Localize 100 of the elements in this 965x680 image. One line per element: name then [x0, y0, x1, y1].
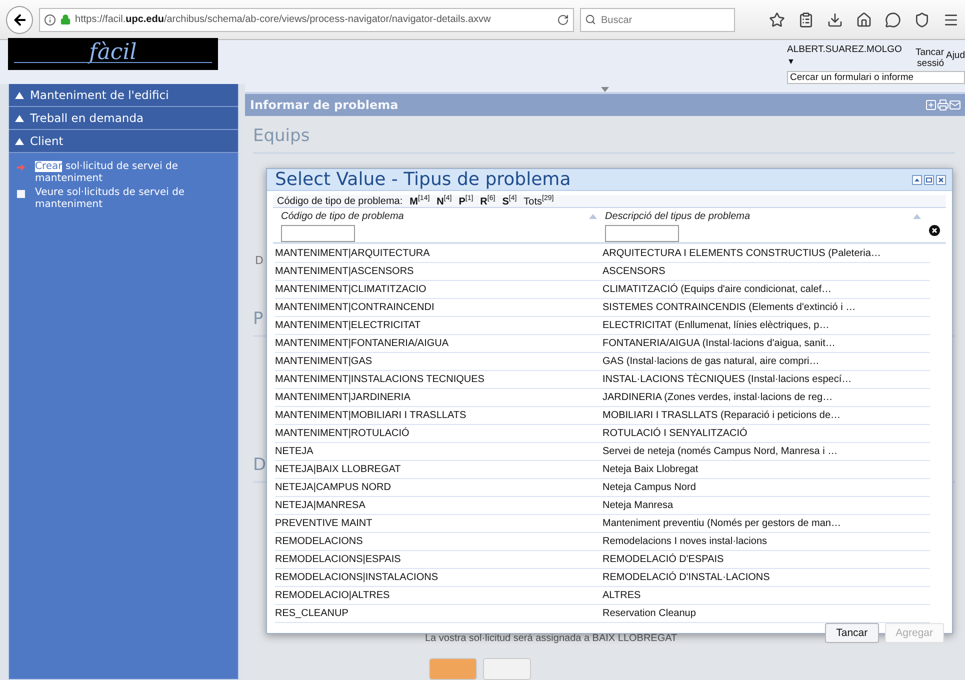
table-row[interactable]: PREVENTIVE MAINT Manteniment preventiu (Només per gestors de man… [275, 515, 930, 534]
column-filter-field[interactable] [281, 225, 355, 242]
table-cell-text: Neteja Manresa [602, 500, 674, 512]
table-row[interactable]: MANTENIMENT|ARQUITECTURA ARQUITECTURA I ELEMENTS CONSTRUCTIUS (Paleteria… [275, 245, 930, 264]
download-icon[interactable] [827, 12, 843, 28]
dialog-title: Select Value - Tipus de problema [275, 169, 572, 190]
close-icon[interactable] [936, 175, 946, 185]
filter-label: Código de tipo de problema: [277, 196, 403, 207]
table-cell-text: MANTENIMENT|ROTULACIÓ [275, 428, 410, 440]
filter-link[interactable]: Tots$^{[29]}$ [524, 195, 554, 208]
table-row[interactable]: REMODELACIONS Remodelacions I noves instal·lacions [275, 533, 930, 552]
table-row[interactable]: REMODELACIONS|ESPAIS REMODELACIÓ D'ESPAIS [275, 551, 930, 570]
table-row[interactable]: NETEJA|BAIX LLOBREGAT Neteja Baix Llobregat [275, 461, 930, 480]
table-cell-text: Servei de neteja (només Campus Nord, Manresa i … [602, 446, 839, 458]
table-cell-text: NETEJA|BAIX LLOBREGAT [275, 464, 402, 476]
maximize-icon[interactable] [924, 175, 934, 185]
filter-link[interactable]: S$^{[4]}$ [502, 195, 517, 208]
table-cell-text: Reservation Cleanup [602, 608, 697, 620]
table-cell-text: PREVENTIVE MAINT [275, 518, 374, 530]
table-cell-text: GAS (Instal·lacions de gas natural, aire compri… [602, 356, 820, 368]
help-link[interactable]: Ajud [946, 50, 965, 69]
table-cell-text: MANTENIMENT|MOBILIARI I TRASLLATS [275, 410, 468, 422]
table-row[interactable]: MANTENIMENT|MOBILIARI I TRASLLATS MOBILIARI I TRASLLATS (Reparació i peticions de… [275, 407, 930, 426]
back-arrow-icon [12, 12, 28, 28]
star-icon[interactable] [769, 12, 785, 28]
table-row[interactable]: REMODELACIONS|INSTALACIONS REMODELACIÓ D'INSTAL·LACIONS [275, 569, 930, 588]
table-row[interactable]: MANTENIMENT|CLIMATITZACIO CLIMATITZACIÓ (Equips d'aire condicionat, calef… [275, 281, 930, 300]
table-cell-text: MANTENIMENT|JARDINERIA [275, 392, 412, 404]
address-bar[interactable]: https://facil.upc.edu/archibus/schema/ab-core/views/process-navigator/navigator-details.axvw [39, 8, 574, 32]
table-cell-text: MANTENIMENT|CONTRAINCENDI [275, 302, 436, 314]
column-filter-field[interactable] [605, 225, 679, 242]
table-cell-text: MANTENIMENT|ASCENSORS [275, 266, 415, 278]
field-label: D [255, 254, 264, 267]
column-header[interactable]: Descripció del tipus de problema [605, 211, 929, 222]
form-search-field[interactable]: Cercar un formulari o informe [787, 71, 965, 84]
info-icon[interactable] [44, 14, 56, 26]
logout-link[interactable]: Tancar sessió [914, 47, 944, 69]
reload-icon[interactable] [557, 14, 569, 26]
filter-link[interactable]: M$^{[14]}$ [410, 195, 430, 208]
panel-header: Informar de problema [245, 94, 965, 116]
sidebar-section[interactable]: Client [9, 130, 238, 153]
table-cell-text: Neteja Baix Llobregat [602, 464, 700, 476]
lock-icon [60, 14, 72, 25]
home-icon[interactable] [856, 12, 872, 28]
table-cell-text: MANTENIMENT|INSTALACIONS TECNIQUES [275, 374, 486, 386]
logo[interactable]: fàcil [8, 38, 218, 70]
table-cell-text: ALTRES [602, 590, 642, 602]
sidebar-section[interactable]: Manteniment de l'edifici [9, 84, 238, 107]
mail-icon[interactable] [949, 99, 961, 111]
caret-icon[interactable]: ▼ [787, 57, 914, 66]
table-cell-text: NETEJA [275, 446, 314, 458]
close-button[interactable]: Tancar [825, 623, 879, 644]
table-cell-text: RES_CLEANUP [275, 608, 350, 620]
sidebar-section[interactable]: Treball en demanda [9, 107, 238, 130]
table-cell-text: REMODELACIÓ D'ESPAIS [602, 554, 725, 566]
chat-icon[interactable] [885, 12, 901, 28]
table-cell-text: REMODELACIO|ALTRES [275, 590, 391, 602]
add-icon[interactable] [925, 99, 937, 111]
table-cell-text: Remodelacions I noves instal·lacions [602, 536, 768, 548]
table-cell-text: REMODELACIONS|ESPAIS [275, 554, 402, 566]
table-cell-text: NETEJA|MANRESA [275, 500, 366, 512]
table-cell-text: CLIMATITZACIÓ (Equips d'aire condicionat, calef… [602, 284, 833, 296]
table-row[interactable]: MANTENIMENT|FONTANERIA/AIGUA FONTANERIA/AIGUA (Instal·lacions d'aigua, sanit… [275, 335, 930, 354]
table-row[interactable]: NETEJA Servei de neteja (només Campus Nord, Manresa i … [275, 443, 930, 462]
table-cell-text: NETEJA|CAMPUS NORD [275, 482, 392, 494]
table-cell-text: INSTAL·LACIONS TÈCNIQUES (Instal·lacions especí… [602, 374, 853, 386]
table-row[interactable]: MANTENIMENT|JARDINERIA JARDINERIA (Zones verdes, instal·lacions de reg… [275, 389, 930, 408]
filter-link[interactable]: N$^{[4]}$ [436, 195, 452, 208]
search-field[interactable]: Buscar [580, 8, 735, 32]
sidebar-link[interactable]: Crear sol·licitud de servei de manteniment [35, 161, 205, 185]
filter-link[interactable]: P$^{[1]}$ [458, 195, 474, 208]
table-cell-text: MANTENIMENT|GAS [275, 356, 374, 368]
collapse-icon[interactable] [912, 175, 922, 185]
table-row[interactable]: MANTENIMENT|ROTULACIÓ ROTULACIÓ I SENYALITZACIÓ [275, 425, 930, 444]
table-row[interactable]: NETEJA|MANRESA Neteja Manresa [275, 497, 930, 516]
table-row[interactable]: NETEJA|CAMPUS NORD Neteja Campus Nord [275, 479, 930, 498]
table-cell-text: MANTENIMENT|CLIMATITZACIO [275, 284, 428, 296]
table-row[interactable]: MANTENIMENT|INSTALACIONS TECNIQUES INSTAL·LACIONS TÈCNIQUES (Instal·lacions especí… [275, 371, 930, 390]
shield-icon[interactable] [914, 12, 930, 28]
sidebar-link[interactable]: Veure sol·licituds de servei de manteniment [35, 187, 205, 211]
column-header[interactable]: Código de tipo de problema [281, 211, 605, 222]
back-button[interactable] [6, 6, 34, 34]
search-icon [585, 14, 596, 24]
triangle-icon [15, 92, 24, 98]
print-icon[interactable] [937, 99, 949, 111]
splitter-handle-icon[interactable] [601, 87, 609, 92]
menu-icon[interactable] [943, 12, 959, 28]
clipboard-icon[interactable] [798, 12, 814, 28]
table-row[interactable]: MANTENIMENT|GAS GAS (Instal·lacions de gas natural, aire compri… [275, 353, 930, 372]
filter-link[interactable]: R$^{[6]}$ [480, 195, 496, 208]
section-title: P [253, 309, 264, 329]
clear-icon[interactable] [929, 225, 940, 236]
section-title: Equips [253, 126, 311, 146]
table-row[interactable]: MANTENIMENT|ASCENSORS ASCENSORS [275, 263, 930, 282]
table-row[interactable]: MANTENIMENT|CONTRAINCENDI SISTEMES CONTRAINCENDIS (Elements d'extinció i … [275, 299, 930, 318]
table-cell-text: FONTANERIA/AIGUA (Instal·lacions d'aigua, sanit… [602, 338, 836, 350]
table-row[interactable]: REMODELACIO|ALTRES ALTRES [275, 587, 930, 606]
table-cell-text: MANTENIMENT|ELECTRICITAT [275, 320, 422, 332]
section-title: D [253, 455, 266, 475]
table-row[interactable]: MANTENIMENT|ELECTRICITAT ELECTRICITAT (Enllumenat, línies elèctriques, p… [275, 317, 930, 336]
